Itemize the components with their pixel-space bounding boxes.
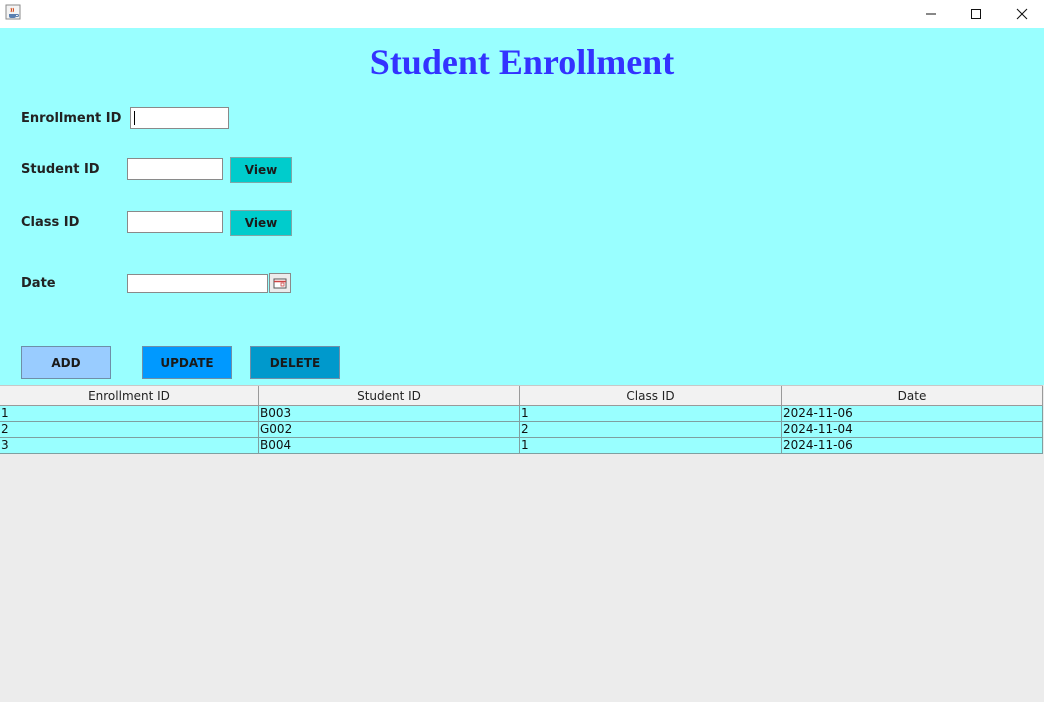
table-row[interactable]: 3 B004 1 2024-11-06 <box>0 438 1043 454</box>
class-id-field[interactable] <box>127 211 223 233</box>
cell-enrollment-id[interactable]: 3 <box>0 438 259 453</box>
table-row[interactable]: 1 B003 1 2024-11-06 <box>0 406 1043 422</box>
cell-enrollment-id[interactable]: 2 <box>0 422 259 437</box>
class-id-label: Class ID <box>21 215 80 230</box>
page-title: Student Enrollment <box>369 42 675 82</box>
cell-class-id[interactable]: 1 <box>520 406 782 421</box>
column-header-enrollment-id[interactable]: Enrollment ID <box>0 386 259 405</box>
table-row[interactable]: 2 G002 2 2024-11-04 <box>0 422 1043 438</box>
minimize-button[interactable] <box>908 0 954 28</box>
student-id-label: Student ID <box>21 162 100 177</box>
student-id-field[interactable] <box>127 158 223 180</box>
date-picker-button[interactable] <box>269 273 291 293</box>
add-button[interactable]: ADD <box>21 346 111 379</box>
cell-date[interactable]: 2024-11-06 <box>782 438 1043 453</box>
update-button[interactable]: UPDATE <box>142 346 232 379</box>
calendar-icon <box>273 278 287 289</box>
date-field[interactable] <box>127 274 268 293</box>
enrollment-id-field[interactable] <box>130 107 229 129</box>
maximize-button[interactable] <box>953 0 999 28</box>
close-icon <box>1016 8 1028 20</box>
cell-student-id[interactable]: B004 <box>259 438 520 453</box>
column-header-student-id[interactable]: Student ID <box>259 386 520 405</box>
column-header-date[interactable]: Date <box>782 386 1043 405</box>
enrollment-table: Enrollment ID Student ID Class ID Date 1… <box>0 385 1044 702</box>
maximize-icon <box>971 9 981 19</box>
column-header-class-id[interactable]: Class ID <box>520 386 782 405</box>
enrollment-id-label: Enrollment ID <box>21 111 122 126</box>
table-body: 1 B003 1 2024-11-06 2 G002 2 2024-11-04 … <box>0 406 1043 454</box>
delete-button[interactable]: DELETE <box>250 346 340 379</box>
cell-enrollment-id[interactable]: 1 <box>0 406 259 421</box>
view-student-button[interactable]: View <box>230 157 292 183</box>
table-header: Enrollment ID Student ID Class ID Date <box>0 385 1043 406</box>
window-titlebar <box>0 0 1044 28</box>
date-label: Date <box>21 276 56 291</box>
cell-class-id[interactable]: 2 <box>520 422 782 437</box>
close-button[interactable] <box>999 0 1044 28</box>
cell-student-id[interactable]: B003 <box>259 406 520 421</box>
cell-class-id[interactable]: 1 <box>520 438 782 453</box>
text-caret <box>134 111 135 125</box>
cell-date[interactable]: 2024-11-04 <box>782 422 1043 437</box>
cell-date[interactable]: 2024-11-06 <box>782 406 1043 421</box>
java-cup-icon <box>5 4 21 20</box>
cell-student-id[interactable]: G002 <box>259 422 520 437</box>
view-class-button[interactable]: View <box>230 210 292 236</box>
minimize-icon <box>926 13 936 15</box>
